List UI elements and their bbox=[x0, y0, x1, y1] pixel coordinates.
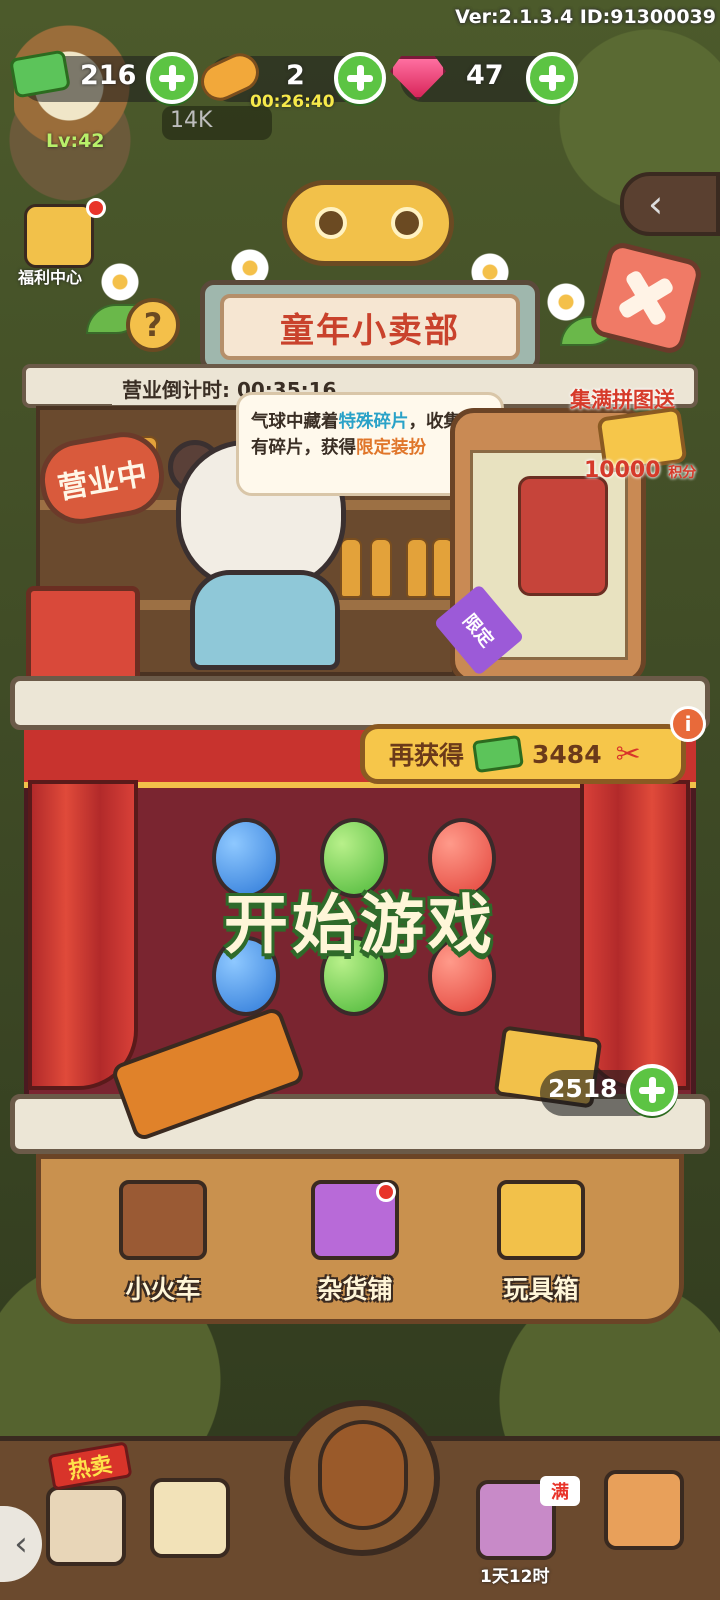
help-button[interactable]: ? bbox=[126, 298, 180, 352]
dock-timer: 1天12时 bbox=[480, 1567, 550, 1587]
welfare-notification-dot bbox=[86, 198, 106, 218]
flower-decoration bbox=[100, 262, 140, 302]
player-level: Lv:42 bbox=[46, 130, 105, 152]
welfare-label: 福利中心 bbox=[18, 268, 83, 287]
candy-refill-timer: 00:26:40 bbox=[250, 92, 335, 112]
candy-amount: 2 bbox=[286, 60, 305, 91]
hint-highlight-outfit: 限定装扮 bbox=[356, 438, 426, 459]
add-tickets-button[interactable] bbox=[146, 52, 198, 104]
grocery-notification-dot bbox=[376, 1182, 396, 1202]
add-candy-button[interactable] bbox=[334, 52, 386, 104]
add-gems-button[interactable] bbox=[526, 52, 578, 104]
info-button[interactable]: i bbox=[670, 706, 706, 742]
gem-amount: 47 bbox=[466, 60, 504, 91]
hint-highlight-fragment: 特殊碎片 bbox=[338, 412, 409, 432]
nav-grocery-label: 杂货铺 bbox=[317, 1275, 393, 1304]
shop-dock-icon[interactable] bbox=[46, 1486, 126, 1566]
card-dock-icon[interactable] bbox=[150, 1478, 230, 1558]
points-value: 10000 bbox=[584, 458, 661, 483]
version-label: Ver:2.1.3.4 ID:91300039 bbox=[455, 6, 716, 28]
nav-grocery[interactable]: 杂货铺 bbox=[290, 1180, 420, 1330]
back-tab-button[interactable]: ‹ bbox=[620, 172, 720, 236]
ticket-amount: 216 bbox=[80, 60, 137, 91]
ticket-icon bbox=[472, 734, 525, 774]
soda-crate-decoration bbox=[26, 586, 140, 686]
flower-decoration bbox=[546, 282, 586, 322]
countdown-label: 营业倒计时: bbox=[122, 378, 230, 402]
reward-value: 3484 bbox=[532, 739, 602, 769]
left-curtain bbox=[28, 780, 138, 1090]
train-cart-icon bbox=[119, 1180, 207, 1260]
robot-puzzle-image bbox=[518, 476, 608, 596]
acorn-icon bbox=[318, 1420, 408, 1530]
nav-toybox-label: 玩具箱 bbox=[503, 1275, 579, 1304]
scissors-icon: ✂ bbox=[615, 736, 641, 772]
points-unit: 积分 bbox=[668, 465, 697, 481]
nav-train-label: 小火车 bbox=[125, 1275, 201, 1304]
start-game-button[interactable]: 开始游戏 bbox=[180, 870, 540, 970]
nav-train[interactable]: 小火车 bbox=[98, 1180, 228, 1330]
toy-box-icon bbox=[497, 1180, 585, 1260]
reward-banner: 再获得 3484 ✂ bbox=[360, 724, 686, 784]
nav-toybox[interactable]: 玩具箱 bbox=[476, 1180, 606, 1330]
welfare-icon[interactable] bbox=[24, 204, 94, 268]
house-dock-icon[interactable] bbox=[604, 1470, 684, 1550]
full-badge: 满 bbox=[540, 1476, 580, 1506]
add-ammo-button[interactable] bbox=[626, 1064, 678, 1116]
reward-label: 再获得 bbox=[389, 741, 465, 770]
wind-up-key-decoration bbox=[282, 180, 454, 266]
hint-text-1: 气球中藏着 bbox=[251, 412, 339, 432]
ammo-count: 2518 bbox=[548, 1074, 618, 1103]
shop-title: 童年小卖部 bbox=[220, 294, 520, 360]
shop-counter bbox=[10, 676, 710, 730]
puzzle-reward-points: 10000 积分 bbox=[584, 458, 696, 483]
